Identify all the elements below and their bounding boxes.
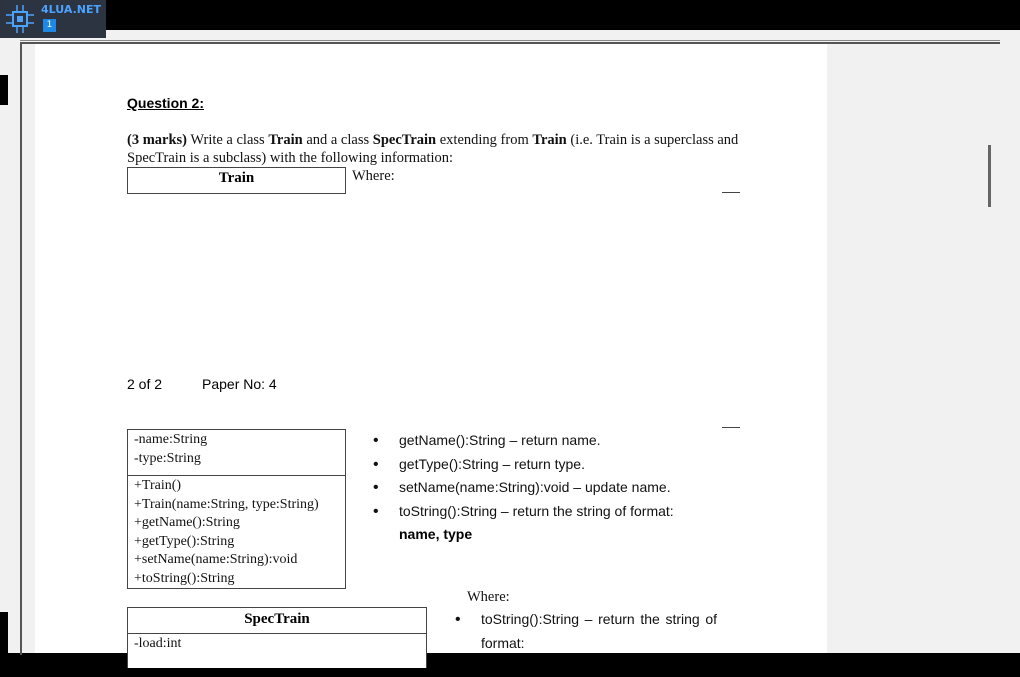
marks-label: (3 marks) [127,132,188,148]
class-name-train: Train [268,132,303,148]
where-label-2: Where: [467,589,510,605]
train-format: name, type [399,526,473,542]
spectrain-format: name, load, type [481,658,591,674]
intro-text-2: and a class [302,132,373,148]
spectrain-uml-box: SpecTrain -load:int [127,607,427,668]
page-corner-mark-2 [722,427,740,428]
spectrain-attr: -load:int [134,636,182,651]
train-method: +getName():String [134,515,240,530]
train-method: +setName(name:String):void [134,552,298,567]
train-box-title: Train [218,170,255,186]
left-edge-mark [0,612,8,653]
desc-item: setName(name:String):void – update name. [373,476,733,500]
spectrain-method-descriptions: toString():String – return the string of… [455,608,717,677]
page-corner-mark-1 [722,192,740,193]
desc-item: getType():String – return type. [373,453,733,477]
spectrain-box-title: SpecTrain [128,608,426,634]
document-viewer: Question 2: (3 marks) Write a class Trai… [0,30,1020,674]
desc-item: toString():String – return the string of… [373,500,733,524]
page-number: 2 of 2 [127,376,163,392]
train-header-box: Train [127,167,346,194]
train-method-descriptions: getName():String – return name. getType(… [373,429,733,546]
circuit-chip-icon [6,5,34,33]
train-uml-box: -name:String -type:String +Train() +Trai… [127,429,346,589]
intro-text-1: Write a class [187,132,269,148]
desc-item: getName():String – return name. [373,429,733,453]
logo-badge: 1 [43,19,56,32]
viewer-gutter [827,44,982,653]
train-attr: -type:String [134,450,201,466]
class-name-train-2: Train [532,132,567,148]
logo-text: 4LUA.NET [41,3,101,16]
site-logo[interactable]: 4LUA.NET 1 [0,0,106,38]
desc-item: toString():String – return the string of… [455,608,717,655]
train-method: +Train() [134,478,182,493]
train-method: +toString():String [134,570,235,586]
scrollbar-thumb[interactable] [988,145,991,207]
left-edge-mark [0,75,8,105]
train-attr: -name:String [134,432,208,447]
where-label-1: Where: [352,168,395,184]
train-methods: +Train() +Train(name:String, type:String… [128,476,345,588]
train-method: +getType():String [134,533,235,549]
viewer-top-border [20,40,1000,41]
question-paragraph: (3 marks) Write a class Train and a clas… [127,131,747,167]
train-method: +Train(name:String, type:String) [134,496,319,512]
class-name-spectrain: SpecTrain [372,132,437,148]
scrollbar-track[interactable] [982,44,998,653]
intro-text-3: extending from [436,132,533,148]
paper-number: Paper No: 4 [202,376,277,392]
document-page: Question 2: (3 marks) Write a class Trai… [35,44,827,674]
train-attributes: -name:String -type:String [128,430,345,476]
question-title: Question 2: [127,95,205,111]
